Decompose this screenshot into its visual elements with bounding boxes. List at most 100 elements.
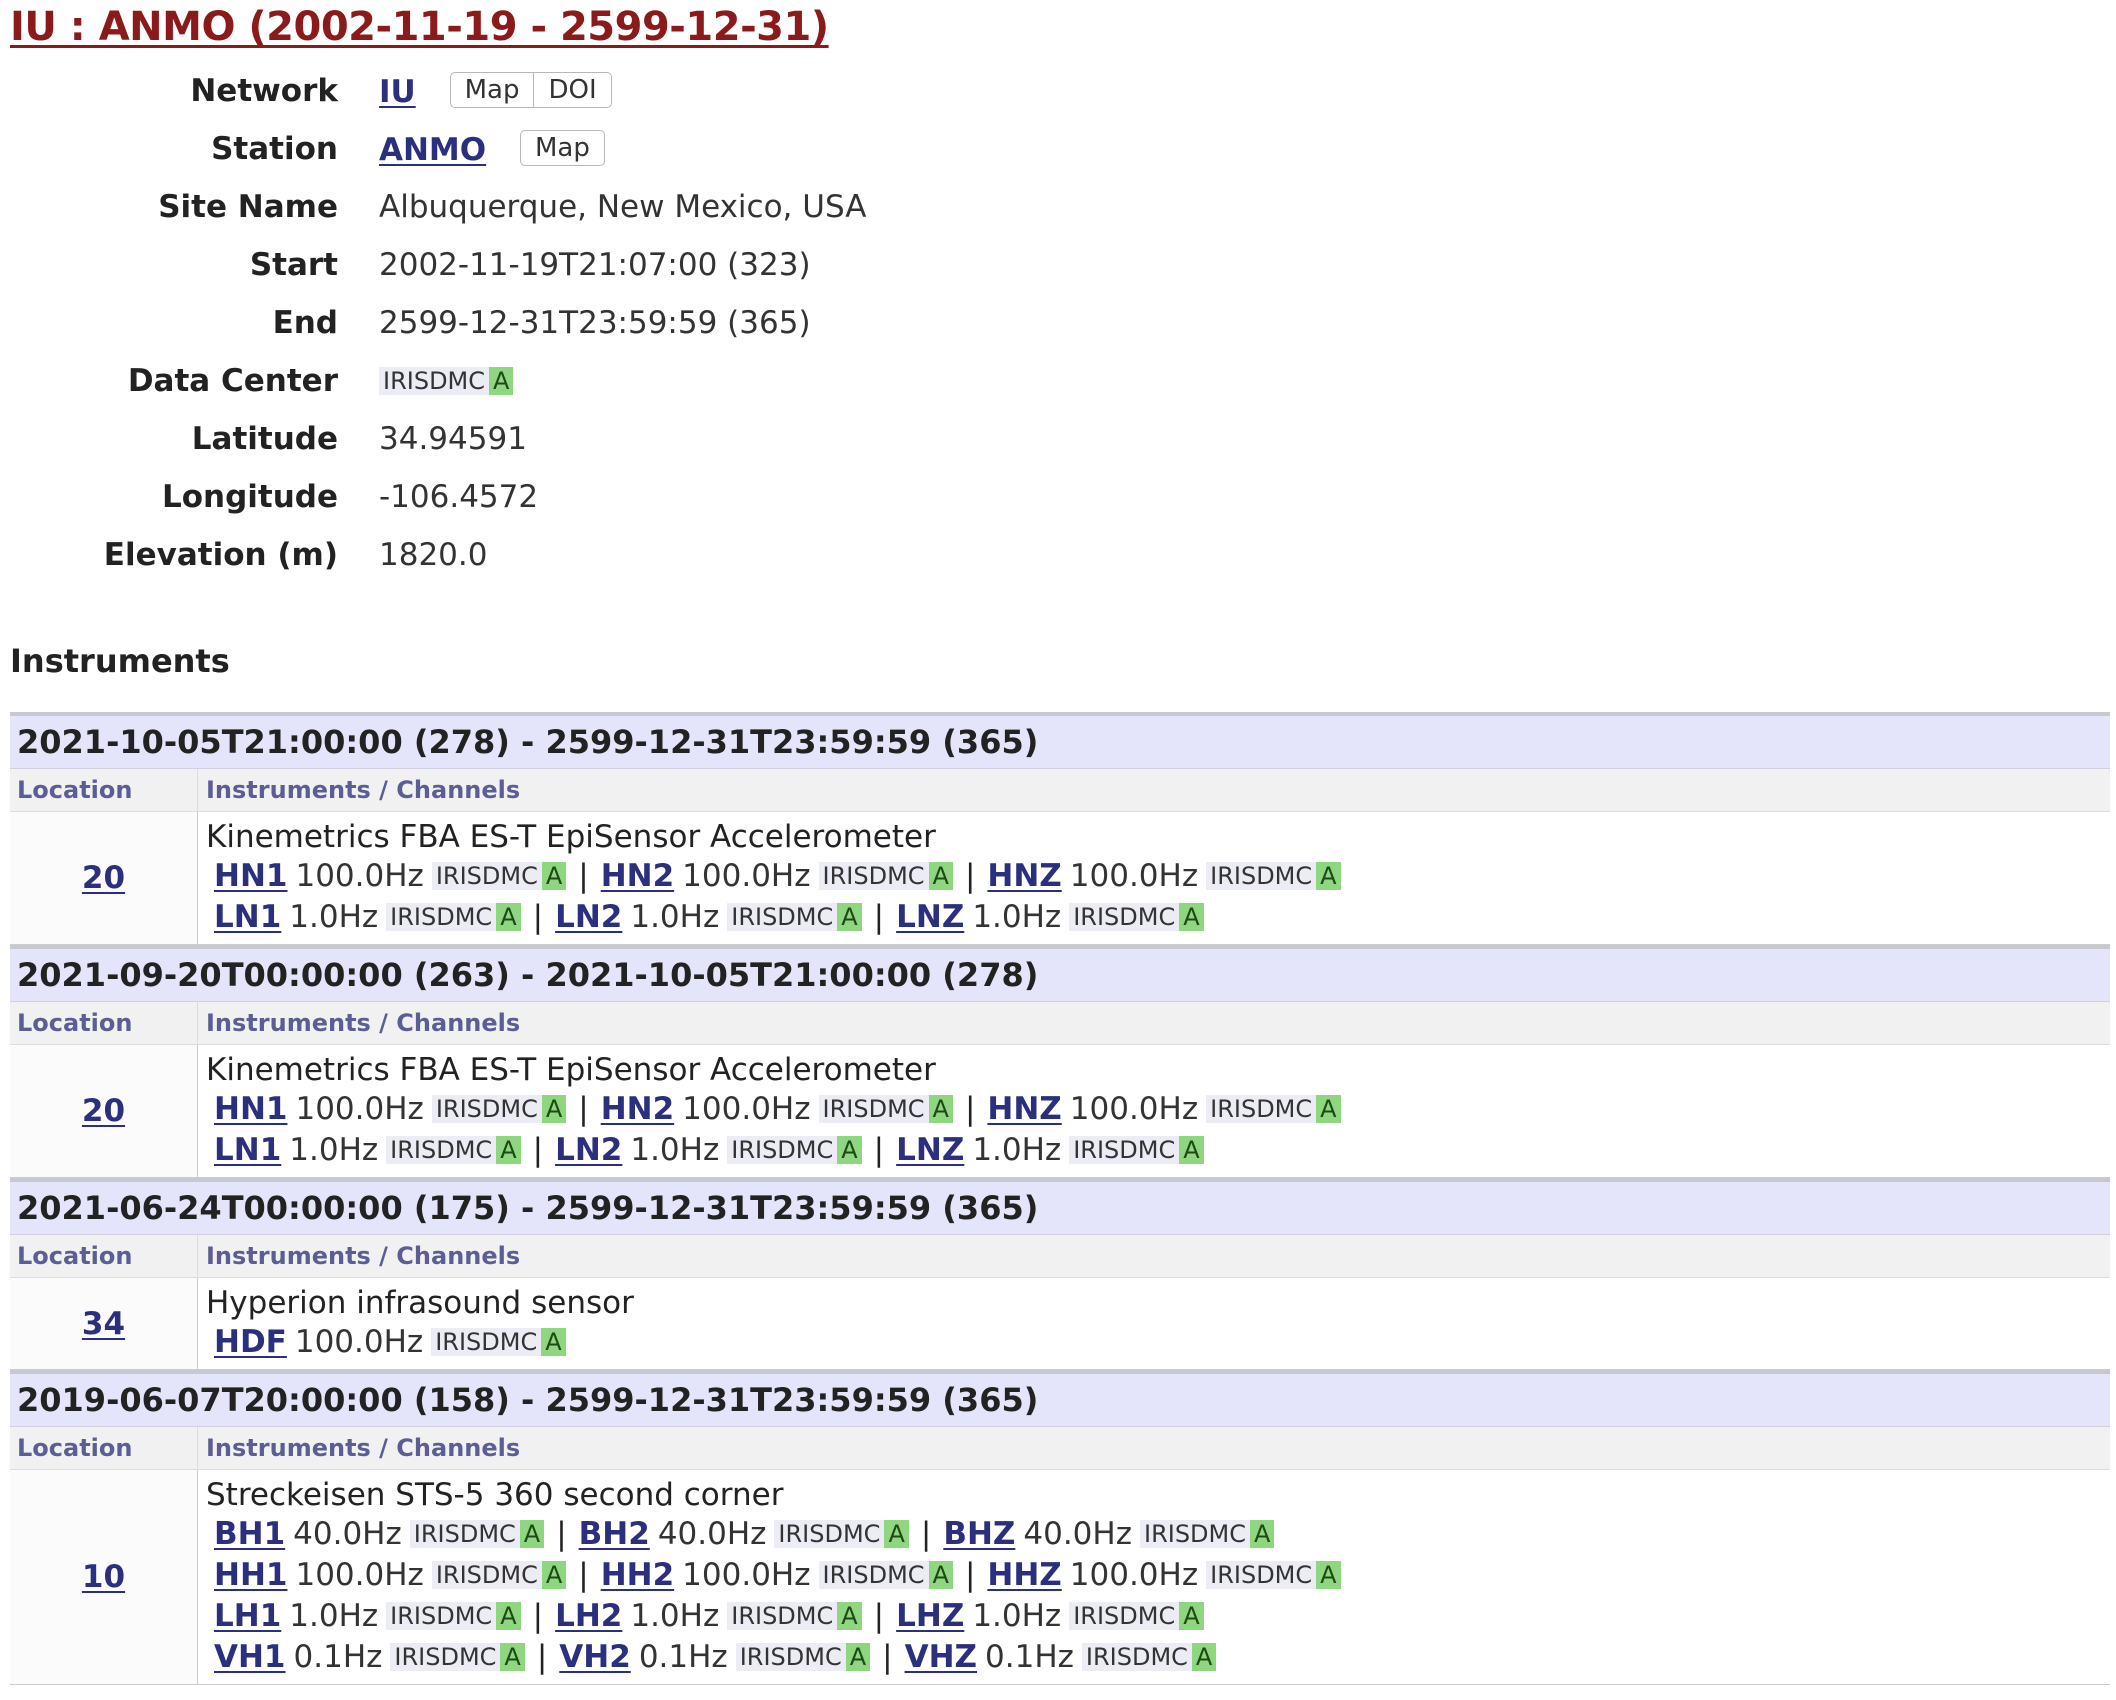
channel-data-center-name: IRISDMC — [1139, 1520, 1250, 1548]
channel-item: HNZ 100.0Hz IRISDMC A — [987, 858, 1341, 894]
channel-link[interactable]: HH2 — [601, 1557, 674, 1593]
channel-sample-rate: 1.0Hz — [972, 899, 1062, 935]
channel-separator: | — [873, 1132, 885, 1168]
channel-link[interactable]: HN2 — [601, 1091, 674, 1127]
channel-data-center-name: IRISDMC — [431, 862, 542, 890]
channel-data-center-name: IRISDMC — [409, 1520, 520, 1548]
channel-link[interactable]: VH2 — [559, 1639, 631, 1675]
network-row: Network IU Map DOI — [10, 62, 866, 120]
channel-sample-rate: 1.0Hz — [289, 899, 379, 935]
channel-link[interactable]: HNZ — [987, 858, 1061, 894]
channel-separator: | — [873, 899, 885, 935]
location-code-link[interactable]: 20 — [82, 860, 125, 896]
channel-link[interactable]: LNZ — [896, 899, 964, 935]
channel-sample-rate: 40.0Hz — [657, 1516, 767, 1552]
channel-data-center-name: IRISDMC — [1069, 903, 1180, 931]
start-label: Start — [249, 247, 338, 283]
channel-sample-rate: 100.0Hz — [1069, 858, 1199, 894]
channel-data-center-status: A — [1179, 1602, 1204, 1630]
channel-link[interactable]: HDF — [214, 1324, 287, 1360]
instrument-name: Hyperion infrasound sensor — [206, 1285, 634, 1321]
data-center-row: Data Center IRISDMC A — [10, 352, 866, 410]
channel-item: LH2 1.0Hz IRISDMC A — [555, 1598, 862, 1634]
channel-data-center-name: IRISDMC — [727, 1136, 838, 1164]
channel-link[interactable]: HHZ — [987, 1557, 1061, 1593]
channel-link[interactable]: LH2 — [555, 1598, 622, 1634]
channel-item: HH1 100.0Hz IRISDMC A — [214, 1557, 567, 1593]
channel-link[interactable]: HN2 — [601, 858, 674, 894]
channel-data-center-status: A — [928, 862, 953, 890]
channel-data-center-badge: IRISDMC A — [735, 1643, 871, 1671]
channel-data-center-status: A — [837, 903, 862, 931]
channel-link[interactable]: BHZ — [943, 1516, 1015, 1552]
channel-data-center-status: A — [541, 862, 567, 890]
channel-link[interactable]: LN1 — [214, 1132, 281, 1168]
location-code-link[interactable]: 10 — [82, 1559, 125, 1595]
channel-sample-rate: 1.0Hz — [972, 1132, 1062, 1168]
channel-item: BH2 40.0Hz IRISDMC A — [579, 1516, 909, 1552]
site-name-label: Site Name — [158, 189, 338, 225]
instrument-cell: Streckeisen STS-5 360 second corner BH1 40… — [198, 1470, 2110, 1684]
channel-link[interactable]: HN1 — [214, 1091, 287, 1127]
channel-data-center-name: IRISDMC — [390, 1643, 501, 1671]
channel-link[interactable]: LHZ — [896, 1598, 964, 1634]
end-row: End 2599-12-31T23:59:59 (365) — [10, 294, 866, 352]
data-center-label: Data Center — [127, 363, 338, 399]
channel-data-center-status: A — [541, 1561, 567, 1589]
instrument-name: Streckeisen STS-5 360 second corner — [206, 1477, 784, 1513]
channel-sample-rate: 100.0Hz — [295, 858, 424, 894]
channel-link[interactable]: LH1 — [214, 1598, 281, 1634]
channel-link[interactable]: LN2 — [555, 899, 622, 935]
channel-sample-rate: 100.0Hz — [682, 858, 811, 894]
channel-link[interactable]: HNZ — [987, 1091, 1061, 1127]
epoch-row: 10 Streckeisen STS-5 360 second corner BH1… — [10, 1470, 2110, 1685]
channel-data-center-badge: IRISDMC A — [431, 1328, 566, 1356]
channel-item: BH1 40.0Hz IRISDMC A — [214, 1516, 545, 1552]
network-link[interactable]: IU — [379, 74, 416, 110]
channel-sample-rate: 100.0Hz — [294, 1324, 424, 1360]
channel-data-center-badge: IRISDMC A — [727, 1602, 862, 1630]
channel-link[interactable]: BH2 — [579, 1516, 650, 1552]
channel-separator: | — [964, 858, 976, 894]
channel-sample-rate: 1.0Hz — [972, 1598, 1062, 1634]
channel-data-center-status: A — [496, 1136, 521, 1164]
channel-data-center-status: A — [928, 1095, 953, 1123]
epoch-range: 2019-06-07T20:00:00 (158) - 2599-12-31T2… — [10, 1374, 2110, 1427]
channel-link[interactable]: LN2 — [555, 1132, 622, 1168]
station-link[interactable]: ANMO — [379, 132, 486, 168]
channel-separator: | — [556, 1516, 567, 1552]
instrument-cell: Kinemetrics FBA ES-T EpiSensor Accelerom… — [198, 1045, 2110, 1177]
channel-data-center-name: IRISDMC — [1206, 862, 1317, 890]
network-doi-button[interactable]: DOI — [534, 72, 612, 108]
channel-item: VH1 0.1Hz IRISDMC A — [214, 1639, 525, 1675]
channel-link[interactable]: HN1 — [214, 858, 287, 894]
channel-data-center-badge: IRISDMC A — [727, 903, 862, 931]
channel-data-center-name: IRISDMC — [431, 1561, 542, 1589]
channel-data-center-status: A — [1179, 1136, 1204, 1164]
epoch-row: 20 Kinemetrics FBA ES-T EpiSensor Acceler… — [10, 812, 2110, 945]
channel-link[interactable]: HH1 — [214, 1557, 287, 1593]
station-label: Station — [211, 131, 338, 167]
channel-link[interactable]: VHZ — [905, 1639, 977, 1675]
location-code-header: Location Code — [10, 1427, 198, 1504]
network-map-button[interactable]: Map — [449, 72, 535, 108]
instruments-channels-header: Instruments / Channels — [206, 1434, 521, 1462]
station-map-button[interactable]: Map — [520, 130, 605, 166]
elevation-label: Elevation (m) — [103, 537, 338, 573]
channel-data-center-status: A — [500, 1643, 525, 1671]
channel-link[interactable]: LN1 — [214, 899, 281, 935]
channel-link[interactable]: VH1 — [214, 1639, 286, 1675]
channel-link[interactable]: LNZ — [896, 1132, 964, 1168]
channel-data-center-status: A — [496, 1602, 521, 1630]
latitude-label: Latitude — [191, 421, 338, 457]
channel-sample-rate: 0.1Hz — [638, 1639, 728, 1675]
page-title[interactable]: IU : ANMO (2002-11-19 - 2599-12-31) — [10, 0, 2106, 52]
channel-link[interactable]: BH1 — [214, 1516, 285, 1552]
channel-separator: | — [578, 858, 589, 894]
location-code-link[interactable]: 20 — [82, 1093, 125, 1129]
channel-data-center-name: IRISDMC — [1206, 1561, 1317, 1589]
instrument-cell: Hyperion infrasound sensor HDF 100.0Hz IRIS… — [198, 1278, 2110, 1369]
channel-data-center-badge: IRISDMC A — [390, 1643, 525, 1671]
location-code-link[interactable]: 34 — [82, 1306, 125, 1342]
channel-data-center-badge: IRISDMC A — [431, 862, 567, 890]
